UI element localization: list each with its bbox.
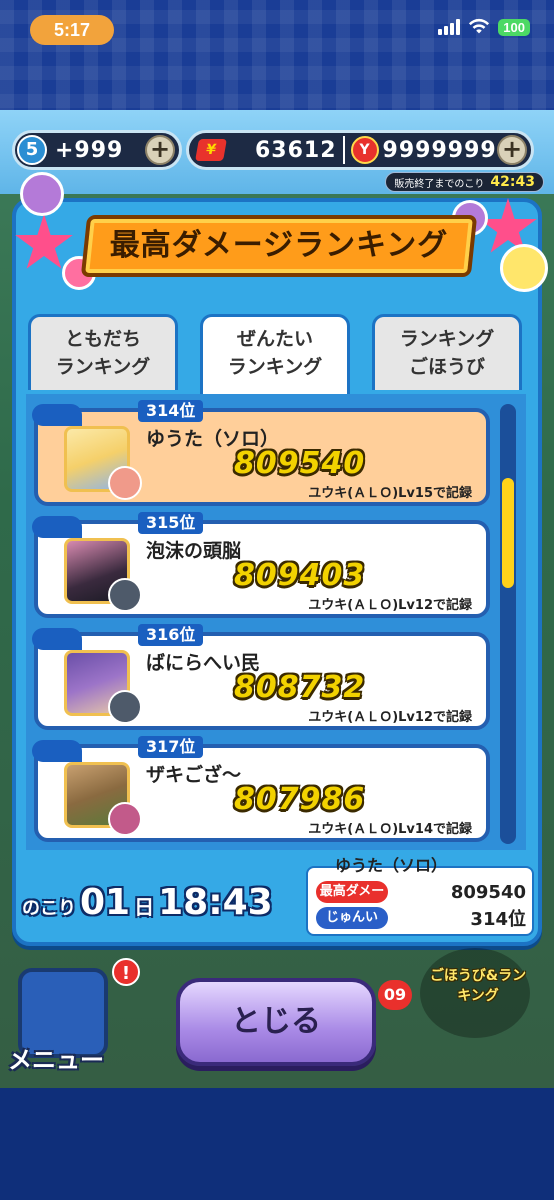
money-icon: ¥: [195, 139, 227, 161]
my-rank-row: じゅんい 314位: [316, 906, 526, 930]
coin-icon: Y: [350, 136, 379, 164]
scrollbar-track[interactable]: [500, 404, 516, 844]
score-value: 808732: [234, 670, 366, 705]
dialog-title: 最高ダメージランキング: [109, 228, 449, 263]
tab-overall-ranking[interactable]: ぜんたい ランキング: [200, 314, 350, 394]
record-info: ユウキ(ＡＬＯ)Lv15で記録: [308, 486, 472, 501]
sale-timer: 販売終了までのこり 42:43: [385, 172, 544, 192]
sale-timer-value: 42:43: [490, 174, 535, 190]
notification-badge: 09: [378, 980, 412, 1010]
rank-tag: じゅんい: [316, 907, 388, 929]
tab-label-line1: ともだち: [64, 328, 141, 350]
rank-swirl-decoration: [32, 628, 82, 650]
tab-label-line2: ごほうび: [408, 356, 485, 378]
tab-label-line1: ぜんたい: [236, 328, 313, 350]
score-value: 809540: [234, 446, 366, 481]
remaining-days: 01: [80, 882, 131, 923]
my-record-card: 最高ダメージ 809540 じゅんい 314位: [306, 866, 534, 936]
character-icon: [108, 690, 142, 724]
ranking-entry[interactable]: 315位 泡沫の頭脳 809403 ユウキ(ＡＬＯ)Lv12で記録: [32, 512, 490, 618]
tab-label-line2: ランキング: [55, 356, 151, 378]
money-value: 63612: [255, 137, 337, 163]
rank-label: 317位: [138, 736, 204, 758]
record-info: ユウキ(ＡＬＯ)Lv12で記録: [308, 598, 472, 613]
my-player-name: ゆうた（ソロ）: [335, 856, 448, 875]
stamina-bar: 5 +999 +: [12, 130, 182, 170]
ranking-entry[interactable]: 316位 ばにらへい民 808732 ユウキ(ＡＬＯ)Lv12で記録: [32, 624, 490, 730]
rank-label: 314位: [138, 400, 204, 422]
record-info: ユウキ(ＡＬＯ)Lv14で記録: [308, 822, 472, 837]
rank-swirl-decoration: [32, 404, 82, 426]
signal-icon: [438, 19, 461, 35]
rank-label: 316位: [138, 624, 204, 646]
character-icon: [108, 466, 142, 500]
record-info: ユウキ(ＡＬＯ)Lv12で記録: [308, 710, 472, 725]
character-icon: [108, 802, 142, 836]
bottom-bar: [0, 1088, 554, 1200]
sale-label: 販売終了までのこり: [394, 178, 485, 190]
character-icon: [108, 578, 142, 612]
ranking-list[interactable]: 314位 ゆうた（ソロ） 809540 ユウキ(ＡＬＯ)Lv15で記録 315位…: [26, 394, 526, 850]
status-icons: 100: [438, 18, 530, 36]
remaining-day-unit: 日: [134, 895, 155, 919]
tab-label-line2: ランキング: [227, 356, 323, 378]
rank-label: 315位: [138, 512, 204, 534]
score-value: 809403: [234, 558, 366, 593]
my-damage-row: 最高ダメージ 809540: [316, 880, 526, 921]
remaining-label: のこり: [22, 898, 76, 919]
menu-alert-badge: !: [112, 958, 140, 986]
status-bar: 5:17 100: [0, 0, 554, 58]
close-button[interactable]: とじる: [176, 978, 376, 1066]
ranking-entry-self[interactable]: 314位 ゆうた（ソロ） 809540 ユウキ(ＡＬＯ)Lv15で記録: [32, 400, 490, 506]
coin-value: 9999999: [382, 137, 497, 163]
wifi-icon: [469, 18, 490, 34]
rank-swirl-decoration: [32, 516, 82, 538]
scrollbar-thumb[interactable]: [502, 478, 514, 588]
divider: [342, 136, 345, 164]
bubble-decoration: [20, 172, 64, 216]
reward-ranking-label: ごほうび&ランキング: [429, 968, 527, 1004]
ranking-entry[interactable]: 317位 ザキござ～ 807986 ユウキ(ＡＬＯ)Lv14で記録: [32, 736, 490, 842]
stamina-value: +999: [55, 137, 124, 163]
bubble-decoration: [500, 244, 548, 292]
my-damage-value: 809540: [450, 881, 526, 903]
tab-ranking-rewards[interactable]: ランキング ごほうび: [372, 314, 522, 390]
battery-icon: 100: [498, 18, 530, 36]
tab-label-line1: ランキング: [399, 328, 495, 350]
score-value: 807986: [234, 782, 366, 817]
remaining-clock: 18:43: [158, 882, 273, 923]
status-time: 5:17: [30, 15, 114, 45]
dialog-footer: のこり 01 日 18:43 最高ダメージ 809540 じゅんい 314位: [16, 856, 538, 942]
money-bar: ¥ 63612 Y 9999999 +: [186, 130, 534, 170]
remaining-time: のこり 01 日 18:43: [22, 882, 273, 923]
tab-friends-ranking[interactable]: ともだち ランキング: [28, 314, 178, 390]
stamina-icon: 5: [17, 135, 47, 165]
add-stamina-button[interactable]: +: [145, 135, 175, 165]
my-rank-value: 314位: [470, 909, 526, 930]
rank-swirl-decoration: [32, 740, 82, 762]
add-coin-button[interactable]: +: [497, 135, 527, 165]
menu-label[interactable]: メニュー: [8, 1040, 104, 1075]
damage-tag: 最高ダメージ: [316, 881, 388, 921]
player-name: ザキござ～: [146, 764, 242, 786]
player-name: 泡沫の頭脳: [146, 540, 242, 562]
